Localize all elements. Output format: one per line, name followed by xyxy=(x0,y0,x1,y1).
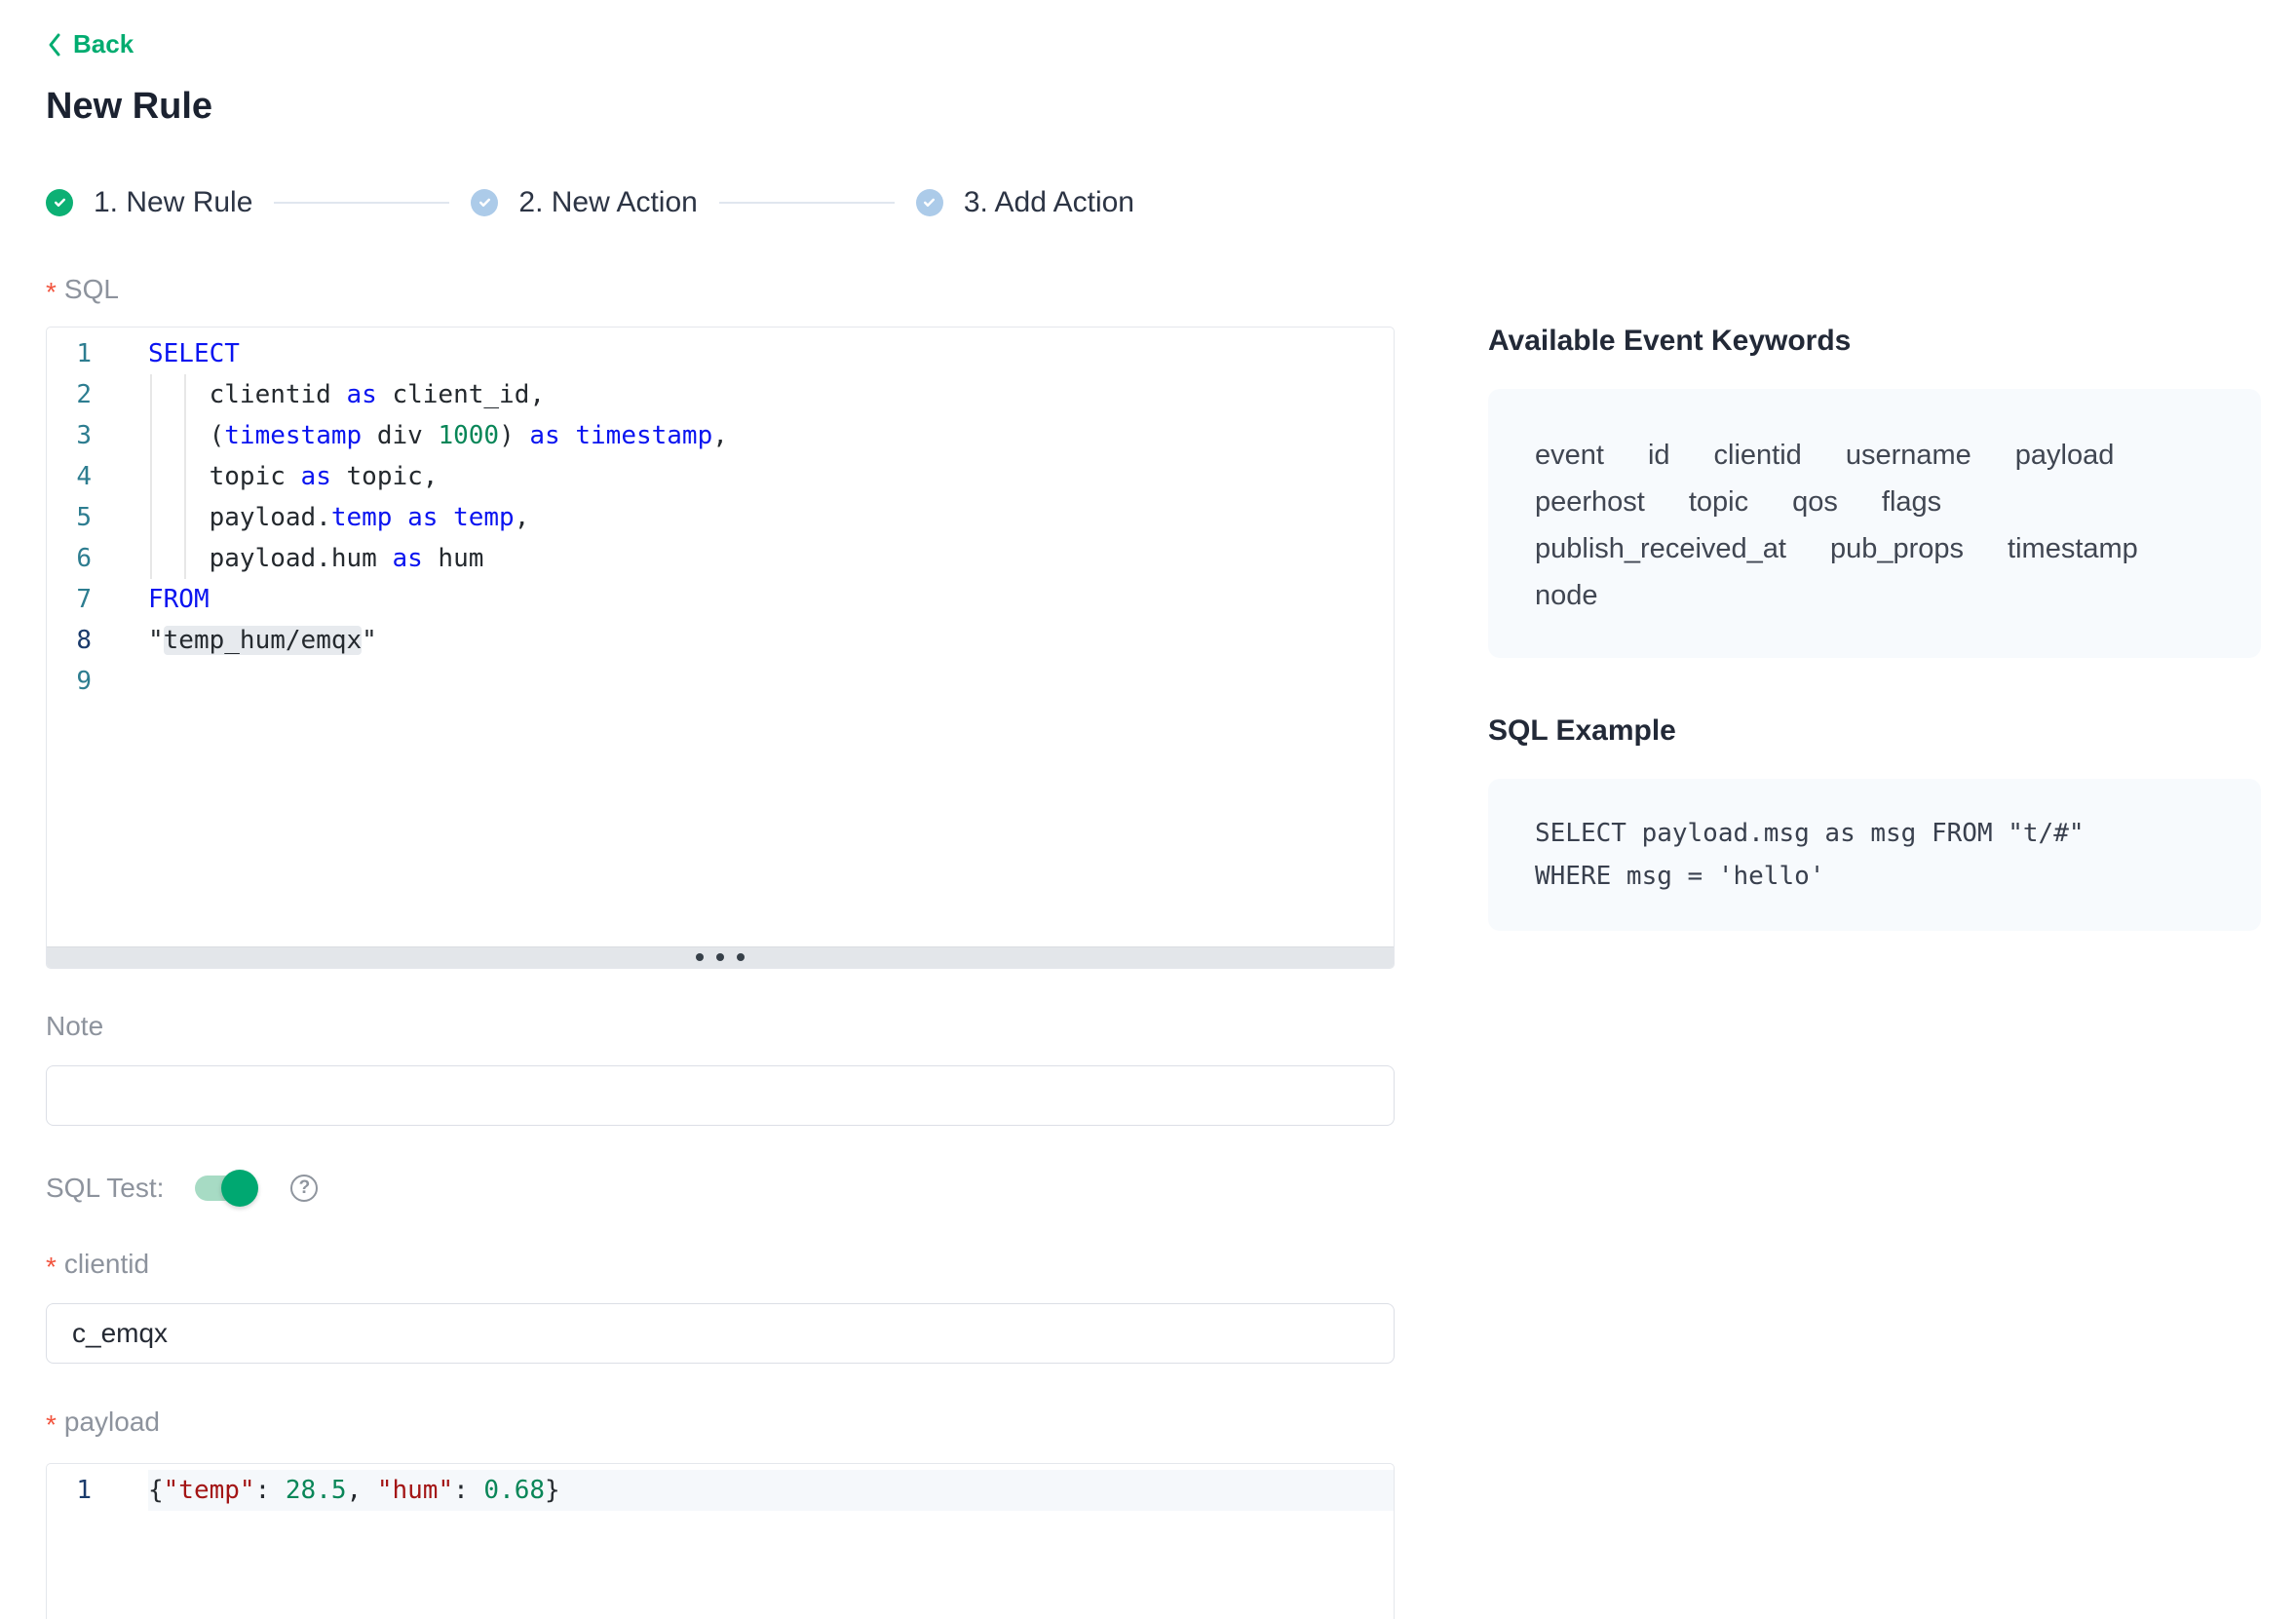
keyword-row: peerhost topic qos flags xyxy=(1535,479,2214,525)
code-line: 3 (timestamp div 1000) as timestamp, xyxy=(47,415,1394,456)
wizard-steps: 1. New Rule 2. New Action 3. Add Action xyxy=(46,188,1395,217)
line-number: 5 xyxy=(47,497,92,538)
keyword-row: publish_received_at pub_props timestamp xyxy=(1535,525,2214,572)
code-text: topic as topic, xyxy=(92,462,438,491)
sql-test-toggle[interactable] xyxy=(195,1176,255,1201)
toggle-knob xyxy=(221,1170,258,1207)
event-keywords-box: event id clientid username payload peerhost to… xyxy=(1488,389,2261,658)
code-text: SELECT xyxy=(92,339,240,368)
sql-code-editor[interactable]: 1SELECT2 clientid as client_id,3 (timest… xyxy=(46,327,1395,969)
event-keyword: qos xyxy=(1792,486,1838,519)
line-number: 3 xyxy=(47,415,92,456)
step-connector xyxy=(719,202,895,204)
line-number: 4 xyxy=(47,456,92,497)
indent-guide xyxy=(150,374,152,579)
drag-dot xyxy=(737,953,745,961)
event-keyword: node xyxy=(1535,580,1598,612)
code-text: {"temp": 28.5, "hum": 0.68} xyxy=(92,1476,560,1505)
code-text: FROM xyxy=(92,585,210,614)
code-line: 7FROM xyxy=(47,579,1394,620)
step-label[interactable]: 3. Add Action xyxy=(964,186,1134,219)
keywords-panel-title: Available Event Keywords xyxy=(1488,325,2261,358)
line-number: 8 xyxy=(47,620,92,661)
clientid-input[interactable] xyxy=(46,1303,1395,1364)
line-number: 2 xyxy=(47,374,92,415)
event-keyword: username xyxy=(1846,440,1971,472)
payload-editor-lines: 1{"temp": 28.5, "hum": 0.68} xyxy=(47,1464,1394,1511)
keyword-row: node xyxy=(1535,572,2214,619)
keyword-row: event id clientid username payload xyxy=(1535,432,2214,479)
code-text: payload.temp as temp, xyxy=(92,503,529,532)
line-number: 1 xyxy=(47,333,92,374)
back-label: Back xyxy=(73,29,134,59)
step-status-icon xyxy=(916,189,943,216)
editor-resize-handle[interactable] xyxy=(47,946,1394,968)
step-connector xyxy=(274,202,449,204)
event-keyword: topic xyxy=(1689,486,1748,519)
sql-example-title: SQL Example xyxy=(1488,714,2261,748)
drag-dot xyxy=(696,953,704,961)
line-number: 1 xyxy=(47,1470,92,1511)
event-keyword: id xyxy=(1648,440,1670,472)
check-icon xyxy=(53,195,67,210)
code-line: 8"temp_hum/emqx" xyxy=(47,620,1394,661)
event-keyword: timestamp xyxy=(2008,533,2138,565)
help-icon[interactable]: ? xyxy=(290,1175,318,1202)
code-text: "temp_hum/emqx" xyxy=(92,626,377,655)
event-keyword: pub_props xyxy=(1830,533,1964,565)
note-field-label: Note xyxy=(46,1011,1395,1042)
event-keyword: event xyxy=(1535,440,1604,472)
sql-example-line: SELECT payload.msg as msg FROM "t/#" xyxy=(1535,812,2214,855)
code-line: 2 clientid as client_id, xyxy=(47,374,1394,415)
required-asterisk: * xyxy=(46,277,57,308)
required-asterisk: * xyxy=(46,1252,57,1283)
drag-dot xyxy=(716,953,724,961)
main-column: Back New Rule 1. New Rule 2. New Action 3.… xyxy=(46,0,1395,1619)
payload-field-label: * payload xyxy=(46,1407,1395,1438)
required-asterisk: * xyxy=(46,1409,57,1441)
line-number: 6 xyxy=(47,538,92,579)
event-keyword: peerhost xyxy=(1535,486,1645,519)
sql-test-label: SQL Test: xyxy=(46,1173,164,1204)
code-line: 5 payload.temp as temp, xyxy=(47,497,1394,538)
code-line: 1{"temp": 28.5, "hum": 0.68} xyxy=(47,1470,1394,1511)
sql-example-line: WHERE msg = 'hello' xyxy=(1535,855,2214,898)
event-keyword: publish_received_at xyxy=(1535,533,1786,565)
step-label[interactable]: 1. New Rule xyxy=(94,186,252,219)
code-line: 1SELECT xyxy=(47,333,1394,374)
payload-code-editor[interactable]: 1{"temp": 28.5, "hum": 0.68} xyxy=(46,1463,1395,1619)
sql-field-label: * SQL xyxy=(46,274,1395,305)
note-input[interactable] xyxy=(46,1065,1395,1126)
code-text xyxy=(92,667,148,696)
code-text: clientid as client_id, xyxy=(92,380,545,409)
code-line: 4 topic as topic, xyxy=(47,456,1394,497)
sql-example-box: SELECT payload.msg as msg FROM "t/#"WHER… xyxy=(1488,779,2261,931)
check-icon xyxy=(922,195,937,210)
step-label[interactable]: 2. New Action xyxy=(518,186,697,219)
clientid-field-label: * clientid xyxy=(46,1249,1395,1280)
step-status-icon xyxy=(46,189,73,216)
event-keyword: flags xyxy=(1882,486,1941,519)
page-title: New Rule xyxy=(46,86,1395,128)
sql-editor-lines: 1SELECT2 clientid as client_id,3 (timest… xyxy=(47,328,1394,702)
indent-guide xyxy=(184,374,186,579)
help-sidebar: Available Event Keywords event id clientid… xyxy=(1488,325,2261,931)
line-number: 9 xyxy=(47,661,92,702)
back-link[interactable]: Back xyxy=(46,29,134,59)
line-number: 7 xyxy=(47,579,92,620)
code-line: 9 xyxy=(47,661,1394,702)
step-status-icon xyxy=(471,189,498,216)
code-text: (timestamp div 1000) as timestamp, xyxy=(92,421,728,450)
check-icon xyxy=(478,195,492,210)
chevron-left-icon xyxy=(46,32,63,58)
event-keyword: clientid xyxy=(1714,440,1802,472)
code-line: 6 payload.hum as hum xyxy=(47,538,1394,579)
event-keyword: payload xyxy=(2015,440,2115,472)
